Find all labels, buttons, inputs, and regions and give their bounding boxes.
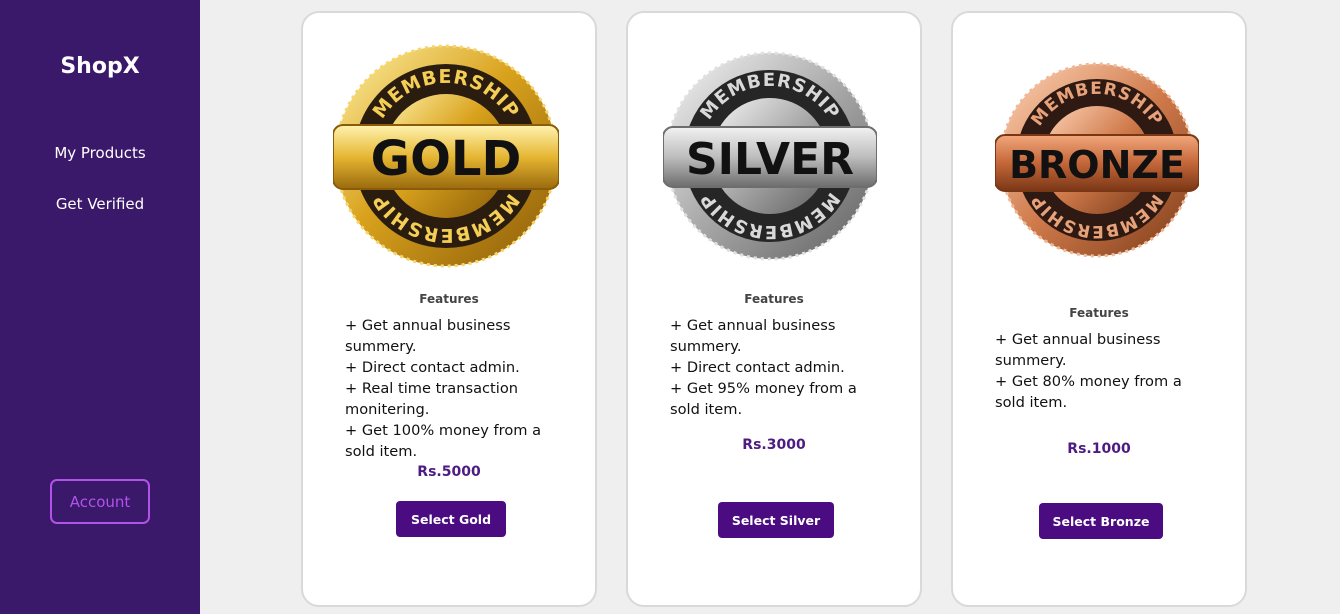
feature-item: + Direct contact admin. <box>345 359 520 376</box>
svg-text:BRONZE: BRONZE <box>1009 143 1185 187</box>
feature-item: + Get 95% money from a sold item. <box>670 380 857 418</box>
nav-my-products[interactable]: My Products <box>0 144 200 162</box>
feature-item: + Get annual business summery. <box>670 317 836 355</box>
feature-item: + Get 80% money from a sold item. <box>995 373 1182 411</box>
silver-membership-badge: MEMBERSHIP MEMBERSHIP SILVER <box>663 51 877 261</box>
plan-price: Rs.3000 <box>742 437 806 453</box>
feature-item: + Get annual business summery. <box>995 331 1161 369</box>
plan-card-gold: MEMBERSHIP MEMBERSHIP GOLD Features + Ge… <box>301 11 597 607</box>
bronze-membership-badge: MEMBERSHIP MEMBERSHIP BRONZE <box>995 62 1199 258</box>
features-list: + Get annual business summery. + Direct … <box>670 315 870 420</box>
feature-item: + Real time transaction monitering. <box>345 380 519 418</box>
features-title: Features <box>419 292 479 306</box>
sidebar: ShopX My Products Get Verified Account <box>0 0 200 614</box>
feature-item: + Get annual business summery. <box>345 317 511 355</box>
feature-item: + Direct contact admin. <box>670 359 845 376</box>
plan-price: Rs.5000 <box>417 464 481 480</box>
brand-logo: ShopX <box>60 54 140 79</box>
features-list: + Get annual business summery. + Get 80%… <box>995 329 1195 413</box>
select-silver-button[interactable]: Select Silver <box>718 502 834 538</box>
plan-card-bronze: MEMBERSHIP MEMBERSHIP BRONZE Features + … <box>951 11 1247 607</box>
plan-price: Rs.1000 <box>1067 441 1131 457</box>
svg-text:SILVER: SILVER <box>686 134 854 185</box>
features-title: Features <box>744 292 804 306</box>
feature-item: + Get 100% money from a sold item. <box>345 422 542 460</box>
nav-get-verified[interactable]: Get Verified <box>0 195 200 213</box>
plan-card-silver: MEMBERSHIP MEMBERSHIP SILVER Features + … <box>626 11 922 607</box>
svg-text:GOLD: GOLD <box>371 131 522 187</box>
features-list: + Get annual business summery. + Direct … <box>345 315 545 462</box>
gold-membership-badge: MEMBERSHIP MEMBERSHIP GOLD <box>333 44 559 268</box>
select-gold-button[interactable]: Select Gold <box>396 501 506 537</box>
account-button[interactable]: Account <box>50 479 150 524</box>
features-title: Features <box>1069 306 1129 320</box>
select-bronze-button[interactable]: Select Bronze <box>1039 503 1163 539</box>
